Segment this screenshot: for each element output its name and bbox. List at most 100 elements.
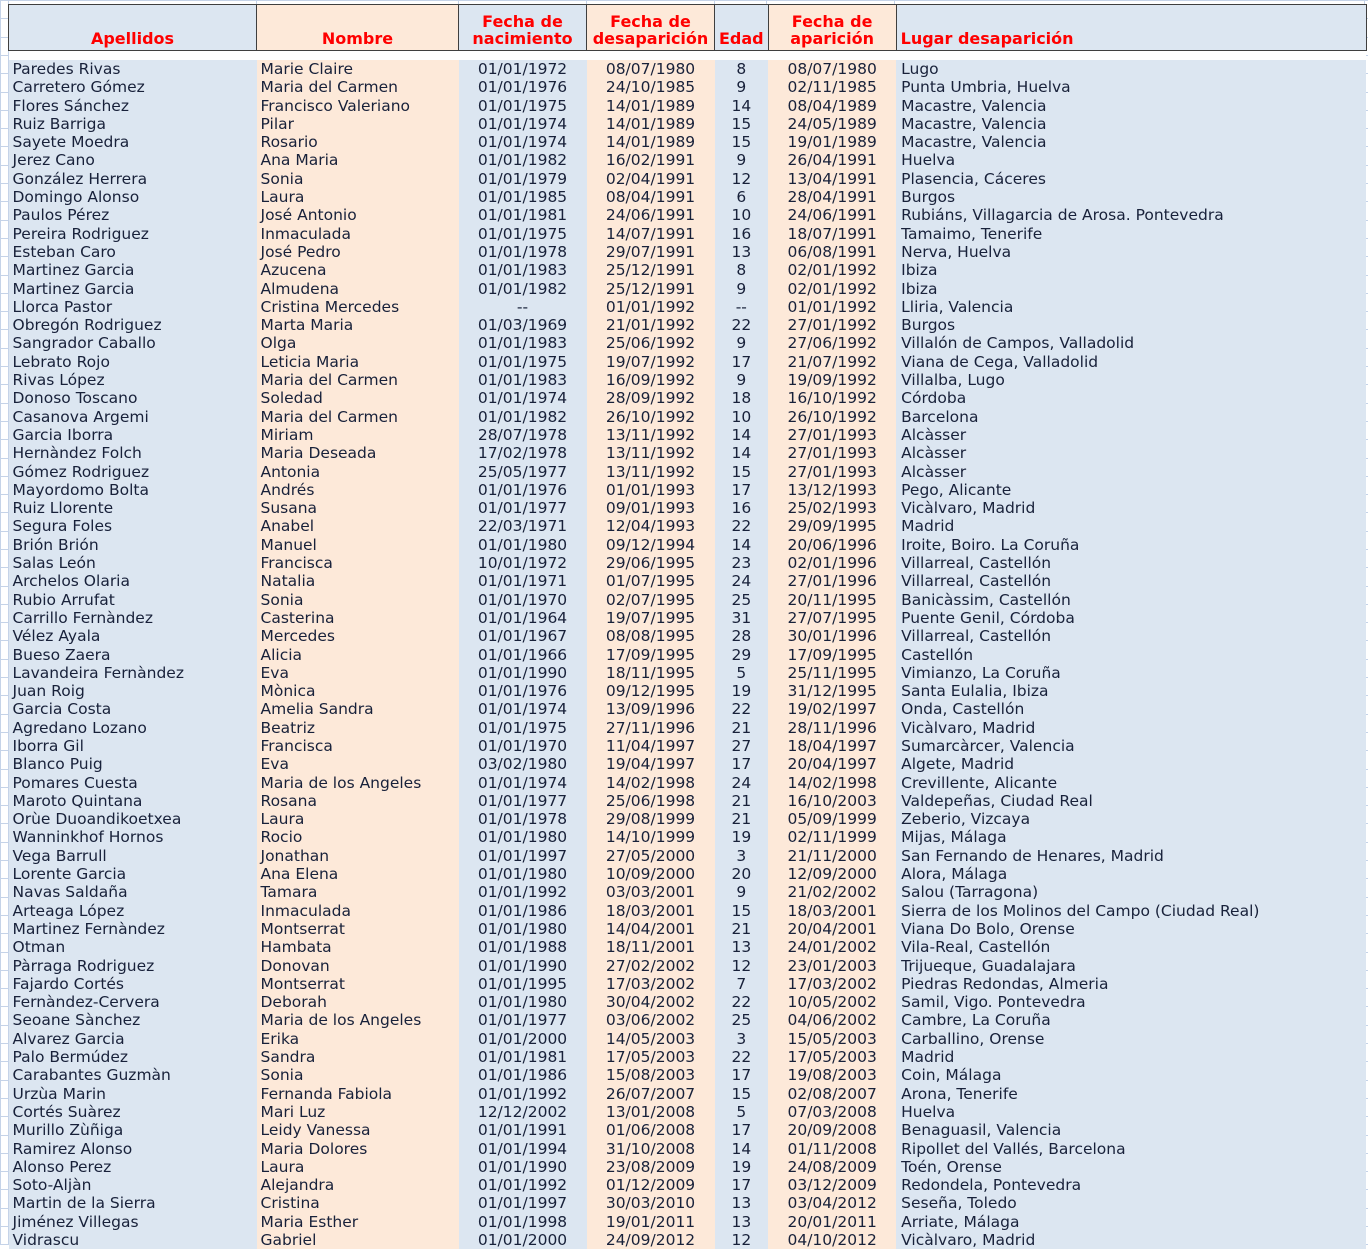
cell-apellidos[interactable]: Pàrraga Rodriguez	[9, 957, 257, 975]
cell-apellidos[interactable]: Juan Roig	[9, 682, 257, 700]
cell-apellidos[interactable]: Hernàndez Folch	[9, 444, 257, 462]
cell-nacimiento[interactable]: 01/01/1980	[459, 865, 587, 883]
cell-apellidos[interactable]: Martin de la Sierra	[9, 1194, 257, 1212]
table-row[interactable]: Salas LeónFrancisca10/01/197229/06/19952…	[9, 554, 1367, 572]
cell-edad[interactable]: 12	[715, 1231, 769, 1249]
cell-nacimiento[interactable]: 01/01/1974	[459, 115, 587, 133]
cell-aparicion[interactable]: 27/01/1993	[768, 463, 896, 481]
table-row[interactable]: Lorente GarciaAna Elena01/01/198010/09/2…	[9, 865, 1367, 883]
table-row[interactable]: Pàrraga RodriguezDonovan01/01/199027/02/…	[9, 957, 1367, 975]
cell-nombre[interactable]: Tamara	[257, 883, 459, 901]
cell-nombre[interactable]: Laura	[257, 1158, 459, 1176]
cell-desaparicion[interactable]: 08/07/1980	[587, 60, 715, 78]
cell-edad[interactable]: 13	[715, 938, 769, 956]
cell-lugar[interactable]: Banicàssim, Castellón	[896, 591, 1366, 609]
column-header-apellidos[interactable]: Apellidos	[9, 5, 257, 51]
cell-aparicion[interactable]: 21/11/2000	[768, 847, 896, 865]
cell-nombre[interactable]: Ana Elena	[257, 865, 459, 883]
table-row[interactable]: Archelos OlariaNatalia01/01/197101/07/19…	[9, 572, 1367, 590]
cell-nombre[interactable]: Maria del Carmen	[257, 371, 459, 389]
cell-apellidos[interactable]: Archelos Olaria	[9, 572, 257, 590]
cell-desaparicion[interactable]: 30/03/2010	[587, 1194, 715, 1212]
cell-edad[interactable]: 17	[715, 353, 769, 371]
cell-aparicion[interactable]: 03/04/2012	[768, 1194, 896, 1212]
cell-aparicion[interactable]: 27/01/1993	[768, 444, 896, 462]
cell-edad[interactable]: 9	[715, 151, 769, 169]
table-row[interactable]: Brión BriónManuel01/01/198009/12/1994142…	[9, 536, 1367, 554]
table-row[interactable]: Fernàndez-CerveraDeborah01/01/198030/04/…	[9, 993, 1367, 1011]
cell-edad[interactable]: 17	[715, 1176, 769, 1194]
cell-aparicion[interactable]: 08/04/1989	[768, 97, 896, 115]
cell-desaparicion[interactable]: 24/09/2012	[587, 1231, 715, 1249]
cell-lugar[interactable]: Zeberio, Vizcaya	[896, 810, 1366, 828]
cell-apellidos[interactable]: Pomares Cuesta	[9, 774, 257, 792]
cell-edad[interactable]: 18	[715, 389, 769, 407]
cell-edad[interactable]: 12	[715, 957, 769, 975]
cell-nacimiento[interactable]: 01/01/1979	[459, 170, 587, 188]
cell-lugar[interactable]: Piedras Redondas, Almeria	[896, 975, 1366, 993]
table-row[interactable]: Seoane SànchezMaria de los Angeles01/01/…	[9, 1011, 1367, 1029]
cell-desaparicion[interactable]: 03/06/2002	[587, 1011, 715, 1029]
cell-lugar[interactable]: Huelva	[896, 1103, 1366, 1121]
table-row[interactable]: Alonso PerezLaura01/01/199023/08/2009192…	[9, 1158, 1367, 1176]
cell-apellidos[interactable]: Wanninkhof Hornos	[9, 828, 257, 846]
cell-lugar[interactable]: Pego, Alicante	[896, 481, 1366, 499]
cell-apellidos[interactable]: Arteaga López	[9, 902, 257, 920]
cell-lugar[interactable]: Alcàsser	[896, 426, 1366, 444]
cell-edad[interactable]: 23	[715, 554, 769, 572]
cell-desaparicion[interactable]: 31/10/2008	[587, 1140, 715, 1158]
cell-lugar[interactable]: Lugo	[896, 60, 1366, 78]
cell-nacimiento[interactable]: 01/01/1976	[459, 682, 587, 700]
cell-edad[interactable]: 19	[715, 1158, 769, 1176]
cell-nacimiento[interactable]: 01/01/1971	[459, 572, 587, 590]
cell-desaparicion[interactable]: 14/05/2003	[587, 1030, 715, 1048]
cell-apellidos[interactable]: Cortés Suàrez	[9, 1103, 257, 1121]
cell-apellidos[interactable]: Sayete Moedra	[9, 133, 257, 151]
column-header-edad[interactable]: Edad	[715, 5, 769, 51]
cell-apellidos[interactable]: Maroto Quintana	[9, 792, 257, 810]
cell-nombre[interactable]: Azucena	[257, 261, 459, 279]
cell-desaparicion[interactable]: 09/01/1993	[587, 499, 715, 517]
cell-lugar[interactable]: Villalba, Lugo	[896, 371, 1366, 389]
cell-aparicion[interactable]: 29/09/1995	[768, 517, 896, 535]
cell-lugar[interactable]: Cambre, La Coruña	[896, 1011, 1366, 1029]
cell-nacimiento[interactable]: 12/12/2002	[459, 1103, 587, 1121]
cell-lugar[interactable]: Ibiza	[896, 280, 1366, 298]
table-row[interactable]: Carabantes GuzmànSonia01/01/198615/08/20…	[9, 1066, 1367, 1084]
table-row[interactable]: Bueso ZaeraAlicia01/01/196617/09/1995291…	[9, 646, 1367, 664]
cell-lugar[interactable]: Coin, Málaga	[896, 1066, 1366, 1084]
cell-edad[interactable]: 21	[715, 920, 769, 938]
cell-apellidos[interactable]: Sangrador Caballo	[9, 334, 257, 352]
table-row[interactable]: Ruiz LlorenteSusana01/01/197709/01/19931…	[9, 499, 1367, 517]
cell-apellidos[interactable]: Orùe Duoandikoetxea	[9, 810, 257, 828]
cell-nacimiento[interactable]: 01/01/1982	[459, 151, 587, 169]
cell-edad[interactable]: 28	[715, 627, 769, 645]
cell-edad[interactable]: 3	[715, 847, 769, 865]
cell-edad[interactable]: 27	[715, 737, 769, 755]
cell-aparicion[interactable]: 06/08/1991	[768, 243, 896, 261]
cell-desaparicion[interactable]: 24/10/1985	[587, 78, 715, 96]
cell-aparicion[interactable]: 02/11/1999	[768, 828, 896, 846]
cell-nombre[interactable]: Leidy Vanessa	[257, 1121, 459, 1139]
cell-nacimiento[interactable]: 01/01/1992	[459, 1085, 587, 1103]
table-row[interactable]: Mayordomo BoltaAndrés01/01/197601/01/199…	[9, 481, 1367, 499]
cell-aparicion[interactable]: 14/02/1998	[768, 774, 896, 792]
cell-nacimiento[interactable]: 01/01/1997	[459, 1194, 587, 1212]
cell-nacimiento[interactable]: 01/01/2000	[459, 1231, 587, 1249]
cell-apellidos[interactable]: Pereira Rodriguez	[9, 225, 257, 243]
cell-apellidos[interactable]: Lorente Garcia	[9, 865, 257, 883]
table-row[interactable]: Carretero GómezMaria del Carmen01/01/197…	[9, 78, 1367, 96]
cell-edad[interactable]: 16	[715, 499, 769, 517]
cell-aparicion[interactable]: 17/03/2002	[768, 975, 896, 993]
cell-nacimiento[interactable]: 01/01/1990	[459, 664, 587, 682]
cell-nombre[interactable]: Eva	[257, 664, 459, 682]
cell-lugar[interactable]: Mijas, Málaga	[896, 828, 1366, 846]
cell-nacimiento[interactable]: 22/03/1971	[459, 517, 587, 535]
table-row[interactable]: Vega BarrullJonathan01/01/199727/05/2000…	[9, 847, 1367, 865]
cell-edad[interactable]: 15	[715, 115, 769, 133]
cell-lugar[interactable]: Vicàlvaro, Madrid	[896, 719, 1366, 737]
cell-desaparicion[interactable]: 14/01/1989	[587, 115, 715, 133]
cell-nacimiento[interactable]: --	[459, 298, 587, 316]
cell-nacimiento[interactable]: 01/01/1977	[459, 499, 587, 517]
cell-edad[interactable]: 31	[715, 609, 769, 627]
